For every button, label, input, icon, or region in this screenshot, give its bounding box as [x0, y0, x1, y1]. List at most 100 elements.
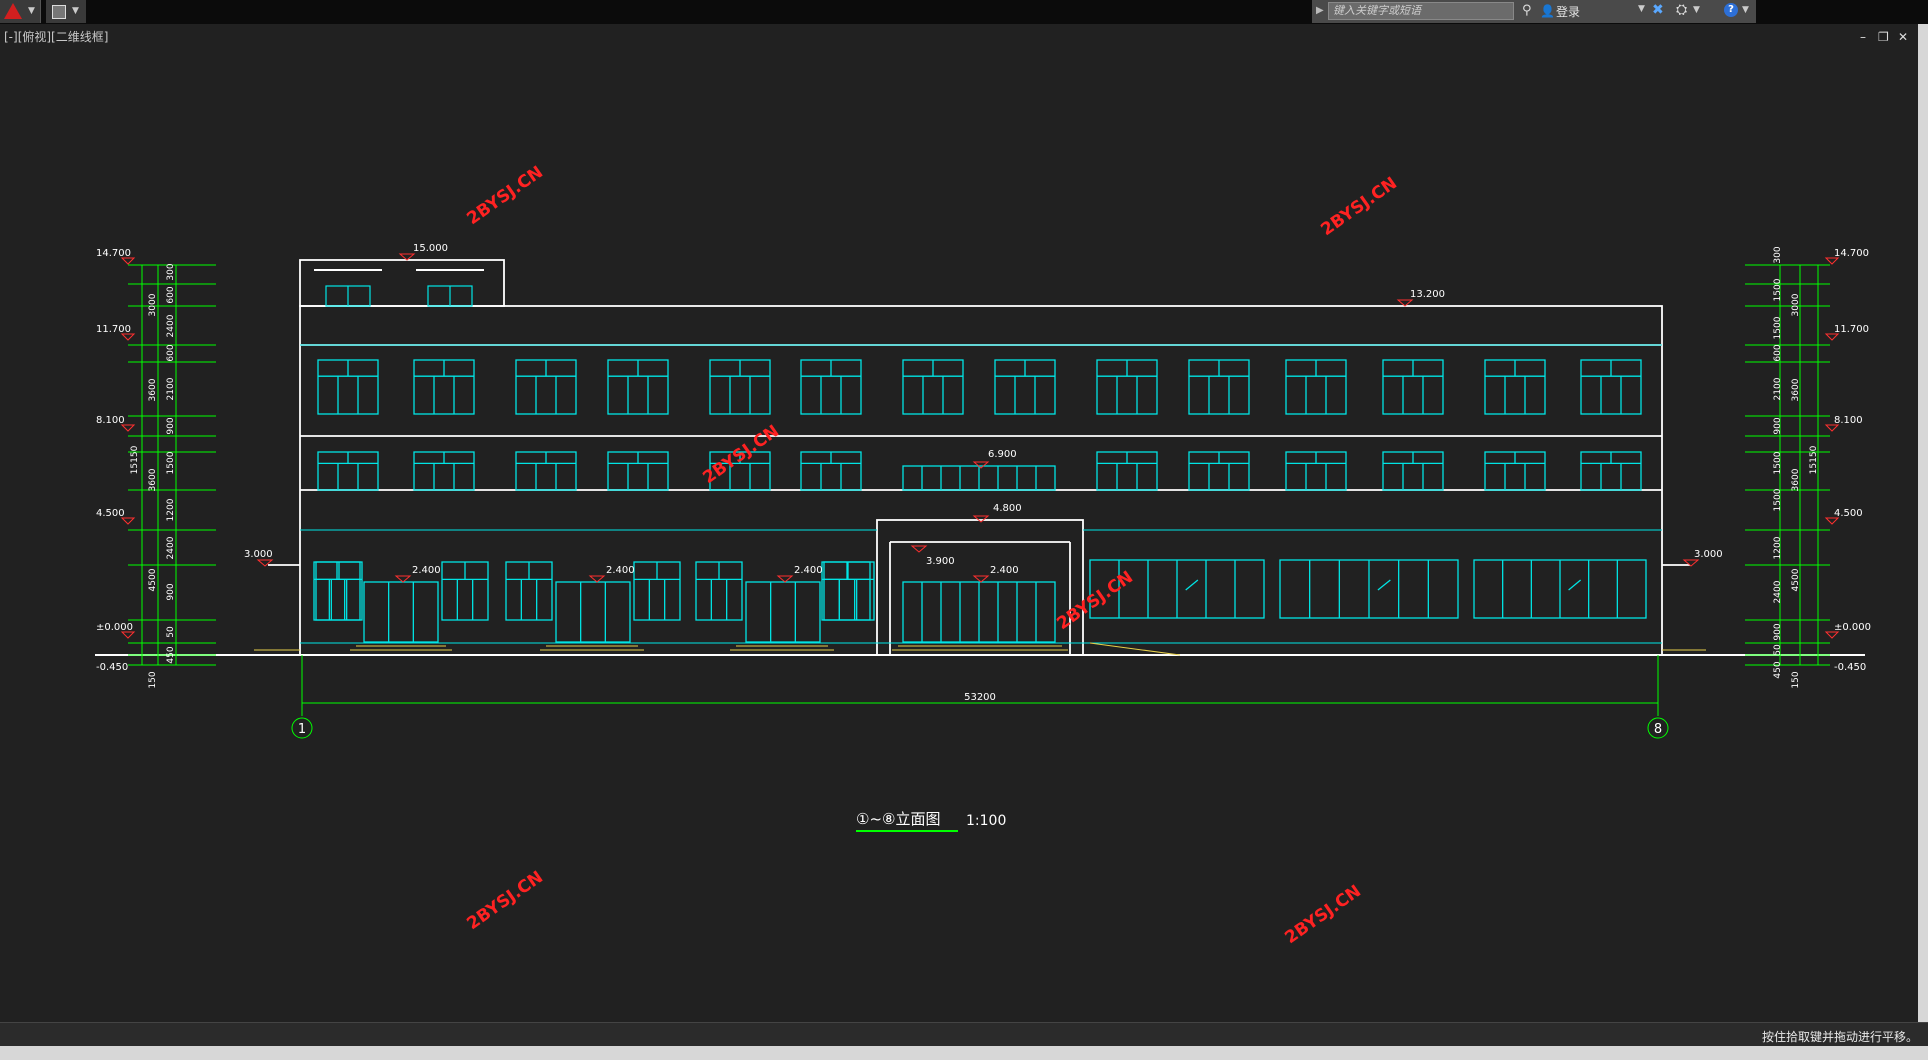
svg-text:3600: 3600 — [1791, 378, 1801, 401]
svg-text:14.700: 14.700 — [96, 248, 131, 259]
search-input[interactable]: 键入关键字或短语 — [1328, 2, 1514, 20]
elev-door-4: 2.400 — [990, 565, 1019, 576]
axis-label-left: 1 — [298, 722, 306, 737]
workspace-icon — [52, 5, 66, 19]
svg-text:4.500: 4.500 — [1834, 508, 1863, 519]
svg-text:1500: 1500 — [166, 451, 176, 474]
drawing-canvas[interactable]: 1 8 53200 14.700 11.700 8.100 4.500 ±0.000 -0… — [0, 40, 1918, 1020]
chevron-down-icon[interactable]: ▼ — [1693, 5, 1700, 15]
svg-text:600: 600 — [1773, 344, 1783, 361]
svg-text:3000: 3000 — [148, 293, 158, 316]
status-message: 按住拾取键并拖动进行平移。 — [1761, 1030, 1918, 1044]
watermark-6: 2BYSJ.CN — [1281, 881, 1364, 948]
stair-tower-windows — [325, 285, 473, 307]
svg-text:8.100: 8.100 — [96, 415, 125, 426]
watermark-5: 2BYSJ.CN — [463, 867, 546, 934]
axis-label-right: 8 — [1654, 722, 1662, 737]
curtain-wall-glazing — [1089, 559, 1647, 619]
svg-text:450: 450 — [1773, 661, 1783, 678]
elev-door-2: 2.400 — [606, 565, 635, 576]
svg-text:11.700: 11.700 — [1834, 324, 1869, 335]
elev-roof-stair: 15.000 — [413, 243, 448, 254]
svg-text:1200: 1200 — [1773, 536, 1783, 559]
svg-text:4500: 4500 — [148, 568, 158, 591]
svg-text:2100: 2100 — [1773, 377, 1783, 400]
svg-text:8.100: 8.100 — [1834, 415, 1863, 426]
svg-text:2400: 2400 — [166, 314, 176, 337]
chevron-down-icon: ▼ — [72, 6, 79, 16]
autodesk-a360-icon[interactable]: ⛭ — [1676, 2, 1687, 18]
elev-canopy-top: 6.900 — [988, 449, 1017, 460]
chevron-down-icon[interactable]: ▼ — [1638, 4, 1645, 14]
exchange-icon[interactable]: ✖ — [1652, 2, 1664, 18]
svg-text:1500: 1500 — [1773, 488, 1783, 511]
building-elevation-labels: 15.000 13.200 6.900 4.800 3.900 2.400 2.… — [244, 243, 1723, 576]
svg-text:1500: 1500 — [1773, 316, 1783, 339]
watermark-2: 2BYSJ.CN — [1317, 173, 1400, 240]
svg-text:2400: 2400 — [166, 536, 176, 559]
elev-door-3: 2.400 — [794, 565, 823, 576]
autocad-logo-icon — [4, 3, 22, 19]
elev-entry: 3.900 — [926, 556, 955, 567]
dimension-texts: 300 600 2400 600 2100 900 1500 1200 2400 900 50 450… — [130, 246, 1819, 688]
elev-side-right: 3.000 — [1694, 549, 1723, 560]
elev-side-left: 3.000 — [244, 549, 273, 560]
svg-text:300: 300 — [1773, 246, 1783, 263]
horizontal-scrollbar[interactable] — [0, 1046, 1928, 1060]
svg-text:600: 600 — [166, 344, 176, 361]
svg-text:300: 300 — [166, 263, 176, 280]
svg-text:600: 600 — [166, 286, 176, 303]
drawing-scale: 1:100 — [966, 813, 1006, 829]
binoculars-icon[interactable]: ⚲ — [1522, 3, 1532, 18]
svg-text:900: 900 — [1773, 623, 1783, 640]
svg-text:50: 50 — [1773, 644, 1783, 656]
svg-text:450: 450 — [166, 646, 176, 663]
application-menu-button[interactable]: ▼ — [0, 0, 41, 23]
svg-text:14.700: 14.700 — [1834, 248, 1869, 259]
chevron-down-icon[interactable]: ▼ — [1742, 5, 1749, 15]
svg-text:900: 900 — [166, 583, 176, 600]
status-bar: 按住拾取键并拖动进行平移。 — [0, 1022, 1928, 1047]
vertical-scrollbar[interactable] — [1918, 24, 1928, 1022]
svg-text:3600: 3600 — [1791, 468, 1801, 491]
svg-text:15150: 15150 — [130, 445, 140, 474]
total-dimension: 53200 — [964, 692, 996, 703]
second-floor-windows — [317, 451, 1642, 491]
svg-text:4500: 4500 — [1791, 568, 1801, 591]
svg-text:150: 150 — [1791, 671, 1801, 688]
svg-text:±0.000: ±0.000 — [1834, 622, 1871, 633]
elev-door-1: 2.400 — [412, 565, 441, 576]
svg-text:900: 900 — [1773, 417, 1783, 434]
svg-text:11.700: 11.700 — [96, 324, 131, 335]
user-icon: 👤 — [1540, 4, 1555, 18]
watermark-4: 2BYSJ.CN — [1053, 567, 1136, 634]
svg-text:900: 900 — [166, 417, 176, 434]
svg-text:-0.450: -0.450 — [96, 662, 128, 673]
svg-text:±0.000: ±0.000 — [96, 622, 133, 633]
expand-arrow-icon[interactable]: ▶ — [1316, 5, 1324, 16]
svg-text:1200: 1200 — [166, 498, 176, 521]
svg-text:150: 150 — [148, 671, 158, 688]
watermark-1: 2BYSJ.CN — [463, 162, 546, 229]
svg-text:2100: 2100 — [166, 377, 176, 400]
elev-canopy: 4.800 — [993, 503, 1022, 514]
entrance-steps — [254, 642, 1706, 656]
elev-roof-main: 13.200 — [1410, 289, 1445, 300]
drawing-title: ①~⑧立面图 — [856, 810, 940, 828]
svg-text:3000: 3000 — [1791, 293, 1801, 316]
title-bar: ▼ ▼ ▶ 键入关键字或短语 ⚲ 👤 登录 ▼ ✖ ⛭ ▼ ? ▼ — [0, 0, 1928, 24]
third-floor-windows — [317, 359, 1642, 415]
svg-text:3600: 3600 — [148, 468, 158, 491]
svg-text:3600: 3600 — [148, 378, 158, 401]
svg-text:1500: 1500 — [1773, 451, 1783, 474]
quick-access-toolbar[interactable]: ▼ — [46, 0, 86, 23]
svg-text:50: 50 — [166, 626, 176, 638]
help-button[interactable]: ? — [1724, 3, 1738, 17]
svg-text:1500: 1500 — [1773, 278, 1783, 301]
svg-text:15150: 15150 — [1809, 445, 1819, 474]
chevron-down-icon: ▼ — [28, 6, 35, 16]
svg-text:-0.450: -0.450 — [1834, 662, 1866, 673]
login-button[interactable]: 登录 — [1556, 3, 1580, 20]
infocenter-bar: ▶ 键入关键字或短语 ⚲ 👤 登录 ▼ ✖ ⛭ ▼ ? ▼ — [1312, 0, 1756, 23]
svg-text:4.500: 4.500 — [96, 508, 125, 519]
